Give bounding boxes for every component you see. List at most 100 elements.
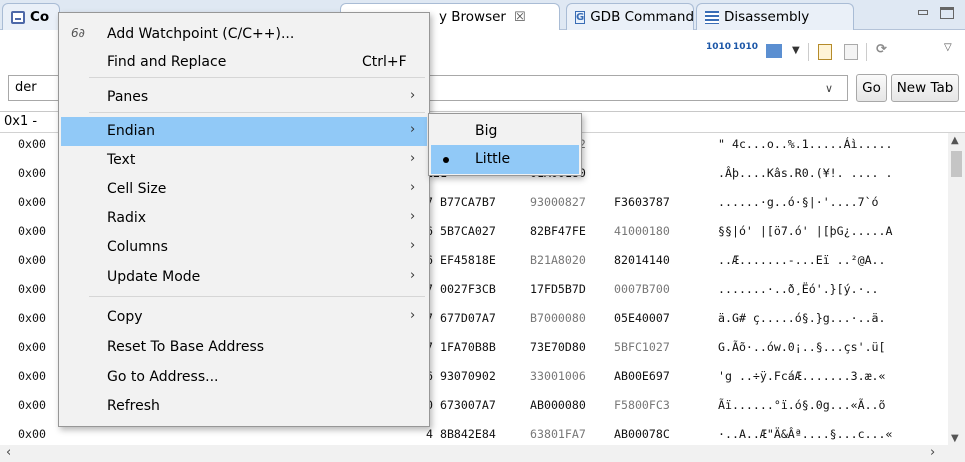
address-cell: 0x00 [18, 282, 46, 296]
menu-item-label: Copy [107, 309, 143, 325]
remove-monitor-icon[interactable] [844, 44, 858, 60]
menu-separator [89, 77, 425, 78]
address-cell: 0x00 [18, 398, 46, 412]
memory-cell: F5800FC3 [614, 398, 670, 412]
text-cell: G.Ãõ·..ów.0¡..§...çs'.ü[ [718, 340, 886, 354]
address-input-value: der [15, 80, 37, 95]
address-cell: 0x00 [18, 253, 46, 267]
memory-cell: 05E40007 [614, 311, 670, 325]
memory-cell: F3603787 [614, 195, 670, 209]
menu-item-radix[interactable]: Radix › [61, 204, 427, 233]
address-cell: 0x00 [18, 195, 46, 209]
menu-item-update-mode[interactable]: Update Mode › [61, 263, 427, 292]
toolbar-separator [808, 43, 809, 61]
address-dropdown-icon[interactable]: ∨ [825, 82, 833, 95]
memory-cell: 7 B77CA7B7 [426, 195, 496, 209]
menu-item-cell-size[interactable]: Cell Size › [61, 175, 427, 204]
memory-cell: 6 93070902 [426, 369, 496, 383]
menu-item-find-and-replace[interactable]: Find and Replace Ctrl+F [61, 48, 427, 77]
menu-separator [89, 112, 425, 113]
menu-item-copy[interactable]: Copy › [61, 303, 427, 332]
disassembly-icon [705, 10, 719, 24]
radio-selected-icon [443, 157, 449, 163]
address-cell: 0x00 [18, 137, 46, 151]
console-icon [11, 10, 25, 24]
menu-item-label: Refresh [107, 398, 160, 414]
gdb-command-icon: G [575, 10, 586, 24]
menu-item-label: Radix [107, 210, 147, 226]
chevron-right-icon: › [410, 122, 416, 137]
menu-separator [89, 296, 425, 297]
memory-cell: AB000080 [530, 398, 586, 412]
memory-cell: 4 8B842E84 [426, 427, 496, 441]
menu-item-label: Columns [107, 239, 168, 255]
import-memory-icon[interactable]: 1010 [706, 42, 731, 62]
export-memory-icon[interactable]: 1010 [733, 42, 758, 62]
memory-cell: 5BFC1027 [614, 340, 670, 354]
vertical-scrollbar[interactable]: ▲ ▼ [948, 133, 965, 446]
submenu-item-label: Little [475, 151, 511, 167]
menu-item-refresh[interactable]: Refresh [61, 392, 427, 421]
minimize-icon[interactable] [916, 7, 930, 19]
memory-cell: AB00078C [614, 427, 670, 441]
address-cell: 0x00 [18, 427, 46, 441]
tab-console[interactable]: Co [2, 3, 60, 30]
memory-cell: 41000180 [614, 224, 670, 238]
scroll-up-icon[interactable]: ▲ [951, 135, 959, 146]
scroll-left-icon[interactable]: ‹ [6, 445, 11, 460]
menu-item-label: Add Watchpoint (C/C++)... [107, 26, 295, 42]
chevron-right-icon: › [410, 238, 416, 253]
menu-item-label: Find and Replace [107, 54, 227, 70]
text-cell: ä.G# ç.....ó§.}g...·..ä. [718, 311, 886, 325]
chevron-down-icon[interactable]: ▼ [792, 45, 800, 65]
menu-item-label: Reset To Base Address [107, 339, 265, 355]
text-cell: §§|ó' |[ö7.ó' |[þG¿.....A [718, 224, 893, 238]
menu-item-label: Text [107, 152, 136, 168]
address-cell: 0x00 [18, 166, 46, 180]
submenu-item-big[interactable]: Big [431, 117, 579, 146]
address-cell: 0x00 [18, 224, 46, 238]
scroll-right-icon[interactable]: › [930, 445, 935, 460]
new-tab-button[interactable]: New Tab [891, 74, 959, 102]
scroll-down-icon[interactable]: ▼ [951, 433, 959, 444]
submenu-item-label: Big [475, 123, 498, 139]
memory-cell: 0 673007A7 [426, 398, 496, 412]
menu-item-label: Update Mode [107, 269, 201, 285]
menu-item-text[interactable]: Text › [61, 146, 427, 175]
menu-item-add-watchpoint-c-c[interactable]: 6∂ Add Watchpoint (C/C++)... [61, 20, 427, 49]
text-cell: ......·g..ó·§|·'....7`ó [718, 195, 879, 209]
submenu-item-little[interactable]: Little [431, 145, 579, 174]
new-memory-monitor-icon[interactable] [818, 44, 832, 60]
menu-item-go-to-address[interactable]: Go to Address... [61, 363, 427, 392]
menu-item-label: Endian [107, 123, 155, 139]
close-icon[interactable]: ☒ [514, 10, 526, 25]
link-icon[interactable]: ⟳ [876, 42, 887, 62]
menu-item-endian[interactable]: Endian › [61, 117, 427, 146]
maximize-icon[interactable] [940, 7, 954, 19]
context-menu: 6∂ Add Watchpoint (C/C++)... Find and Repl… [58, 12, 430, 427]
menu-item-label: Panes [107, 89, 149, 105]
menu-item-panes[interactable]: Panes › [61, 83, 427, 112]
menu-item-shortcut: Ctrl+F [362, 54, 407, 70]
memory-cell: 82BF47FE [530, 224, 586, 238]
chevron-right-icon: › [410, 180, 416, 195]
address-cell: 0x00 [18, 340, 46, 354]
text-cell: ·..A..Æ"Ä&Âª....§...c...« [718, 427, 893, 441]
menu-item-reset-to-base-address[interactable]: Reset To Base Address [61, 333, 427, 362]
toolbar-separator [866, 43, 867, 61]
endian-submenu: Big Little [428, 113, 582, 176]
go-button[interactable]: Go [856, 74, 887, 102]
text-cell: ..Æ.......-...Eï ..²@A.. [718, 253, 886, 267]
menu-item-columns[interactable]: Columns › [61, 233, 427, 262]
tab-disassembly[interactable]: Disassembly [696, 3, 854, 30]
text-cell: .Âþ....Kâs.R0.(¥!. .... . [718, 166, 893, 180]
scroll-thumb[interactable] [951, 151, 962, 177]
horizontal-scrollbar[interactable]: ‹ › [0, 445, 965, 462]
menu-item-label: Go to Address... [107, 369, 219, 385]
view-menu-icon[interactable]: ▽ [944, 42, 952, 62]
tab-gdb-command[interactable]: G GDB Command [566, 3, 694, 30]
menu-item-label: Cell Size [107, 181, 167, 197]
chevron-right-icon: › [410, 209, 416, 224]
rendering-icon[interactable] [766, 44, 782, 58]
chevron-right-icon: › [410, 268, 416, 283]
